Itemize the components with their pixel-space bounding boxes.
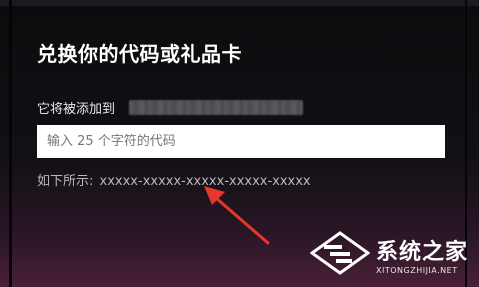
code-input[interactable] (37, 125, 445, 158)
left-edge-divider (9, 0, 12, 287)
site-watermark: 系统之家 XITONGZHIJIA.NET (300, 226, 476, 284)
add-to-label: 它将被添加到 (37, 101, 116, 117)
example-code: xxxxx-xxxxx-xxxxx-xxxxx-xxxxx (99, 174, 311, 189)
account-email-redacted (129, 99, 304, 115)
example-label: 如下所示: (37, 174, 94, 189)
example-format-row: 如下所示: xxxxx-xxxxx-xxxxx-xxxxx-xxxxx (37, 170, 311, 189)
arrow-shaft (214, 196, 270, 245)
add-to-account-row: 它将被添加到 (37, 97, 304, 117)
window-top-strip (0, 0, 479, 6)
dialog-title: 兑换你的代码或礼品卡 (37, 42, 242, 66)
watermark-logo-icon (310, 231, 370, 275)
watermark-url: XITONGZHIJIA.NET (376, 266, 458, 275)
watermark-brand: 系统之家 (376, 240, 469, 265)
